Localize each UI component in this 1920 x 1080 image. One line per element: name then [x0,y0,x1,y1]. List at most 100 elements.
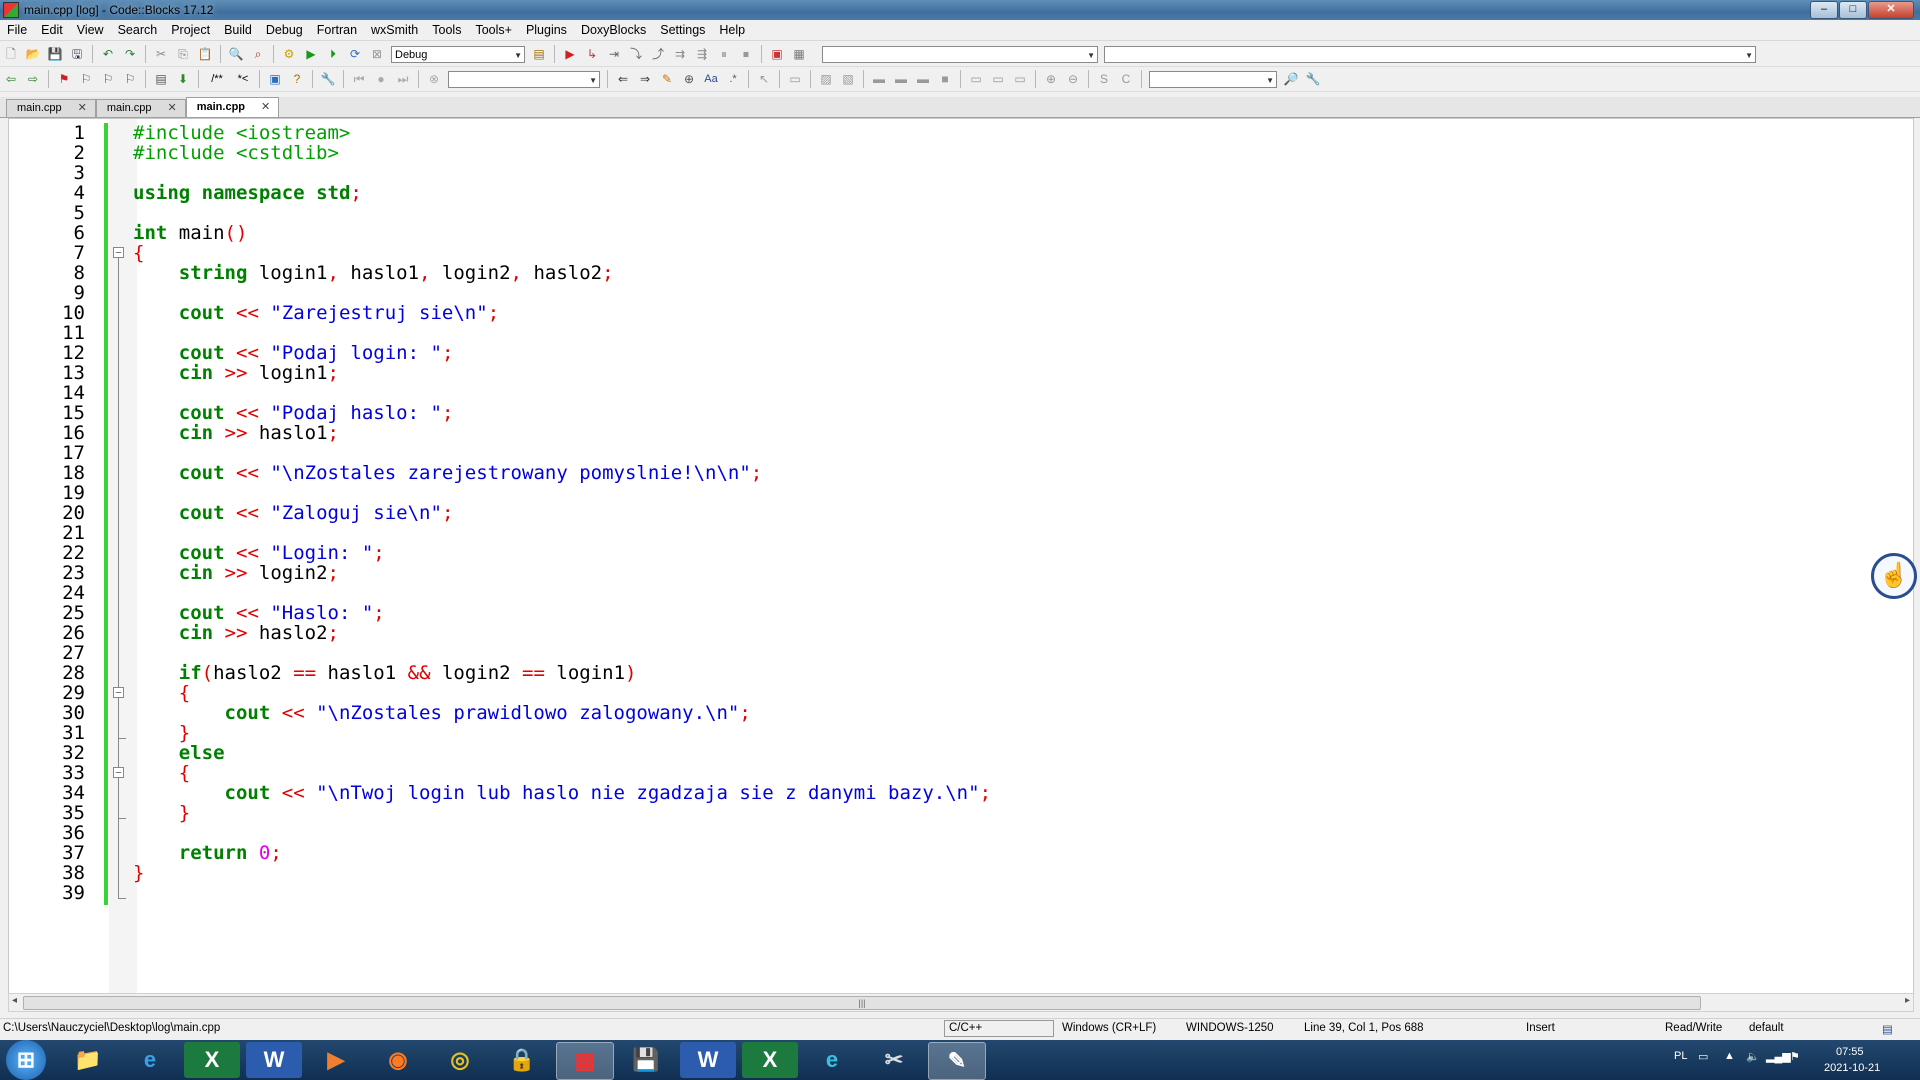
code-line[interactable]: } [133,723,190,743]
debug-info-icon[interactable]: ▦ [791,46,807,62]
menu-settings[interactable]: Settings [653,23,712,37]
code-line[interactable]: } [133,863,144,883]
clear-icon[interactable]: ⊗ [426,71,442,87]
menu-wxsmith[interactable]: wxSmith [364,23,425,37]
code-line[interactable]: cout << "\nZostales prawidlowo zalogowan… [133,703,751,723]
codeblocks-taskbar-icon[interactable]: ▦ [556,1042,614,1080]
step-instruction-icon[interactable]: ⇶ [694,46,710,62]
next-instruction-icon[interactable]: ⇉ [672,46,688,62]
security-icon[interactable]: 🔒 [494,1042,550,1078]
select-target-icon[interactable]: ⊕ [681,71,697,87]
menu-plugins[interactable]: Plugins [519,23,574,37]
close-tab-icon[interactable]: ✕ [168,100,177,117]
function-select[interactable] [1104,45,1756,64]
line-comment-icon[interactable]: *< [234,71,252,87]
close-tab-icon[interactable]: ✕ [261,98,270,117]
replace-icon[interactable]: ⌕ [250,46,266,62]
menu-debug[interactable]: Debug [259,23,310,37]
code-line[interactable]: #include <iostream> [133,123,350,143]
s-symbol-icon[interactable]: S [1096,71,1112,87]
jump-back-icon[interactable]: ⇦ [3,71,19,87]
code-line[interactable]: cin >> haslo2; [133,623,339,643]
pointer-icon[interactable]: ↖ [756,71,772,87]
internet-explorer-icon[interactable]: e [122,1042,178,1078]
menu-tools[interactable]: Tools [425,23,468,37]
menu-tools-plus[interactable]: Tools+ [468,23,518,37]
settings-wrench-icon[interactable]: 🔧 [1305,71,1321,87]
regex-icon[interactable]: .* [725,71,741,87]
tray-date[interactable]: 2021-10-21 [1824,1062,1880,1074]
menu-view[interactable]: View [70,23,111,37]
build-run-icon[interactable]: ⏵ [325,46,341,62]
wrench-icon[interactable]: 🔧 [320,71,336,87]
code-editor[interactable]: 1 2 3 4 5 6 7 8 9 10 11 12 13 14 15 16 17 18 19 20 21 22 23 24 2… [8,118,1917,994]
maximize-button[interactable]: □ [1839,1,1867,19]
menu-edit[interactable]: Edit [34,23,70,37]
signal-icon[interactable]: ▂▄▆ [1766,1050,1791,1063]
horizontal-scrollbar[interactable]: ◂ ||| ▸ [8,993,1914,1012]
media-player-icon[interactable]: ▶ [308,1042,364,1078]
highlight-icon[interactable]: ✎ [659,71,675,87]
code-line[interactable]: cout << "Login: "; [133,543,385,563]
fold-marker-else[interactable]: − [113,767,124,779]
scroll-thumb[interactable]: ||| [23,996,1701,1010]
menu-build[interactable]: Build [217,23,259,37]
word-doc-icon[interactable]: W [680,1042,736,1078]
zoom-out-icon[interactable]: ⊖ [1065,71,1081,87]
code-line[interactable]: #include <cstdlib> [133,143,339,163]
code-line[interactable]: cin >> login1; [133,363,339,383]
excel-icon[interactable]: X [184,1042,240,1078]
code-line[interactable]: cout << "Podaj login: "; [133,343,454,363]
undo-icon[interactable]: ↶ [100,46,116,62]
chrome-icon[interactable]: ◎ [432,1042,488,1078]
tab-main-cpp-1[interactable]: main.cpp ✕ [6,99,96,117]
open-icon[interactable]: 📂 [25,46,41,62]
close-tab-icon[interactable]: ✕ [78,100,87,117]
tools-icon[interactable]: ✂ [866,1042,922,1078]
layout-1-icon[interactable]: ▬ [871,71,887,87]
menu-project[interactable]: Project [164,23,217,37]
code-line[interactable]: cout << "Zaloguj sie\n"; [133,503,454,523]
cut-icon[interactable]: ✂ [153,46,169,62]
code-line[interactable]: cin >> haslo1; [133,423,339,443]
first-icon[interactable]: ⏮ [351,71,367,87]
build-target-select[interactable]: Debug [391,45,525,64]
step-out-icon[interactable]: ⤴ [650,46,666,62]
explorer-icon[interactable]: 📁 [60,1042,116,1078]
scroll-left-icon[interactable]: ◂ [12,995,17,1006]
code-line[interactable]: string login1, haslo1, login2, haslo2; [133,263,614,283]
run-to-cursor-icon[interactable]: ↳ [584,46,600,62]
minimize-button[interactable]: – [1810,1,1838,19]
tray-time[interactable]: 07:55 [1836,1046,1864,1058]
extract-docs-icon[interactable]: ⬇ [175,71,191,87]
scope-select[interactable] [822,45,1098,64]
code-line[interactable]: { [133,763,190,783]
zoom-in-icon[interactable]: ⊕ [1043,71,1059,87]
doxywizard-icon[interactable]: ▤ [153,71,169,87]
build-icon[interactable]: ⚙ [281,46,297,62]
target-dialog-icon[interactable]: ▤ [531,46,547,62]
redo-icon[interactable]: ↷ [122,46,138,62]
menu-search[interactable]: Search [111,23,165,37]
code-line[interactable]: cout << "\nZostales zarejestrowany pomys… [133,463,762,483]
image-icon[interactable]: ▨ [818,71,834,87]
code-line[interactable]: cout << "Zarejestruj sie\n"; [133,303,499,323]
panel-1-icon[interactable]: ▭ [968,71,984,87]
code-line[interactable]: cin >> login2; [133,563,339,583]
clear-bookmarks-icon[interactable]: ⚐ [122,71,138,87]
step-into-icon[interactable]: ⤵ [628,46,644,62]
fold-marker-main[interactable]: − [113,247,124,259]
record-icon[interactable]: ● [373,71,389,87]
prev-bookmark-icon[interactable]: ⚐ [78,71,94,87]
tab-main-cpp-2[interactable]: main.cpp ✕ [95,99,186,117]
menu-file[interactable]: File [0,23,34,37]
document-icon[interactable]: ▧ [840,71,856,87]
next-bookmark-icon[interactable]: ⚐ [100,71,116,87]
fold-marker-if[interactable]: − [113,687,124,699]
doxy-config-icon[interactable]: ▣ [267,71,283,87]
block-comment-icon[interactable]: /** [206,71,228,87]
save-all-icon[interactable]: 🖫 [69,46,85,62]
back-arrow-icon[interactable]: ⇐ [615,71,631,87]
code-line[interactable]: if(haslo2 == haslo1 && login2 == login1) [133,663,637,683]
menu-help[interactable]: Help [712,23,752,37]
